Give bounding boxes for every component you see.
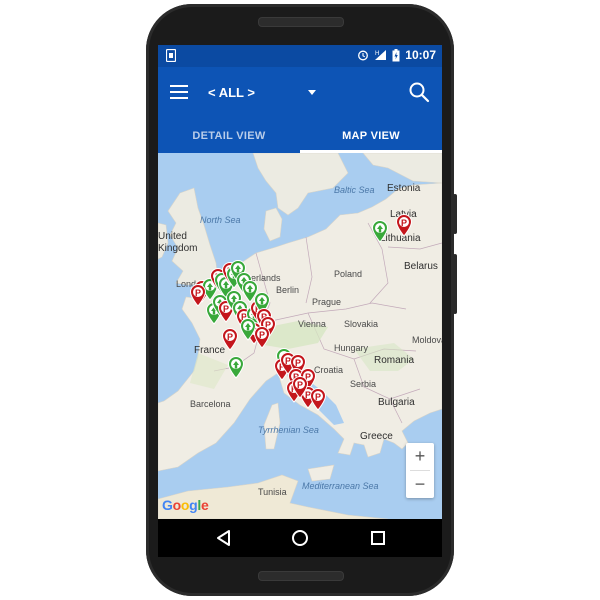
- screen: H 10:07 < ALL > DETAIL VIEW MAP VIEW Est…: [158, 45, 442, 557]
- map-label-barcelona: Barcelona: [190, 399, 231, 409]
- parking-pin-icon[interactable]: P: [221, 327, 239, 351]
- home-icon[interactable]: [290, 528, 310, 548]
- sim-notification-icon: [166, 49, 176, 62]
- back-icon[interactable]: [214, 528, 234, 548]
- parking-pin-icon[interactable]: P: [291, 375, 309, 399]
- map-label-vienna: Vienna: [298, 319, 326, 329]
- map-label-berlin: Berlin: [276, 285, 300, 295]
- charging-pin-icon[interactable]: [239, 317, 257, 341]
- battery-icon: [392, 48, 400, 61]
- view-tabs: DETAIL VIEW MAP VIEW: [158, 119, 442, 153]
- svg-text:P: P: [315, 392, 321, 402]
- map-label-serbia: Serbia: [350, 379, 377, 389]
- map-label-north-sea: North Sea: [200, 215, 241, 225]
- alarm-icon: [358, 50, 369, 61]
- map-canvas: [158, 153, 442, 519]
- google-logo: Google: [162, 497, 209, 513]
- map-label-hungary: Hungary: [334, 343, 369, 353]
- svg-text:P: P: [259, 330, 265, 340]
- map-label-tunisia: Tunisia: [258, 487, 287, 497]
- app-bar: < ALL >: [158, 67, 442, 119]
- status-bar: H 10:07: [158, 45, 442, 67]
- power-button: [453, 194, 457, 234]
- map-label-estonia: Estonia: [387, 183, 421, 194]
- filter-dropdown[interactable]: < ALL >: [208, 83, 318, 103]
- map-label-slovakia: Slovakia: [344, 319, 379, 329]
- tab-detail-view[interactable]: DETAIL VIEW: [158, 119, 300, 153]
- svg-text:P: P: [401, 218, 407, 228]
- map-label-bulgaria: Bulgaria: [378, 397, 415, 408]
- volume-button: [453, 254, 457, 314]
- bottom-speaker: [258, 571, 344, 581]
- menu-icon[interactable]: [170, 85, 188, 99]
- map-label-belarus: Belarus: [404, 261, 438, 272]
- map-label-poland: Poland: [334, 269, 363, 279]
- recents-icon[interactable]: [368, 528, 388, 548]
- charging-pin-icon[interactable]: [371, 219, 389, 243]
- map-label-united: United: [158, 231, 187, 242]
- system-nav-bar: [158, 519, 442, 557]
- status-time: 10:07: [405, 48, 436, 62]
- map-label-mediterranean-sea: Mediterranean Sea: [302, 481, 379, 491]
- parking-pin-icon[interactable]: P: [395, 213, 413, 237]
- search-icon[interactable]: [408, 81, 430, 103]
- svg-text:P: P: [297, 380, 303, 390]
- map-label-kingdom: Kingdom: [158, 243, 198, 254]
- svg-text:P: P: [227, 332, 233, 342]
- map-label-baltic-sea: Baltic Sea: [334, 185, 375, 195]
- earpiece-speaker: [258, 17, 344, 27]
- charging-pin-icon[interactable]: [227, 355, 245, 379]
- phone-frame: H 10:07 < ALL > DETAIL VIEW MAP VIEW Est…: [146, 4, 457, 596]
- svg-text:P: P: [195, 288, 201, 298]
- map-label-croatia: Croatia: [314, 365, 344, 375]
- parking-pin-icon[interactable]: P: [309, 387, 327, 411]
- map-label-greece: Greece: [360, 431, 393, 442]
- svg-text:H: H: [375, 51, 379, 57]
- map-label-prague: Prague: [312, 297, 342, 307]
- dropdown-caret-icon: [308, 90, 316, 95]
- map-label-romania: Romania: [374, 355, 415, 366]
- map-label-moldova: Moldova: [412, 335, 442, 345]
- zoom-control: + −: [406, 443, 434, 498]
- map-view[interactable]: Estonia Latvia Lithuania Belarus United …: [158, 153, 442, 519]
- map-label-tyrrhenian-sea: Tyrrhenian Sea: [258, 425, 319, 435]
- filter-value: < ALL >: [208, 85, 255, 100]
- zoom-out-button[interactable]: −: [406, 471, 434, 498]
- signal-icon: H: [375, 50, 387, 60]
- tab-map-view[interactable]: MAP VIEW: [300, 119, 442, 153]
- zoom-in-button[interactable]: +: [406, 443, 434, 470]
